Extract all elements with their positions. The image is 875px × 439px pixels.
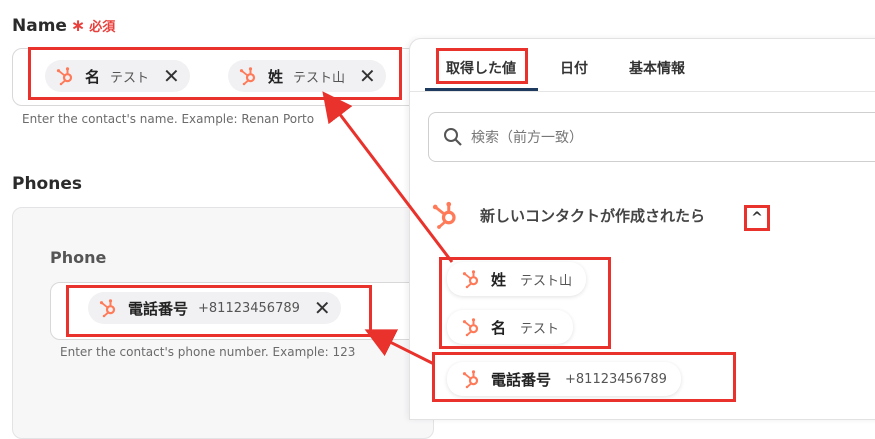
annotation-arrows (322, 91, 454, 366)
arrow-names (322, 91, 454, 263)
arrow-phone (364, 329, 435, 366)
